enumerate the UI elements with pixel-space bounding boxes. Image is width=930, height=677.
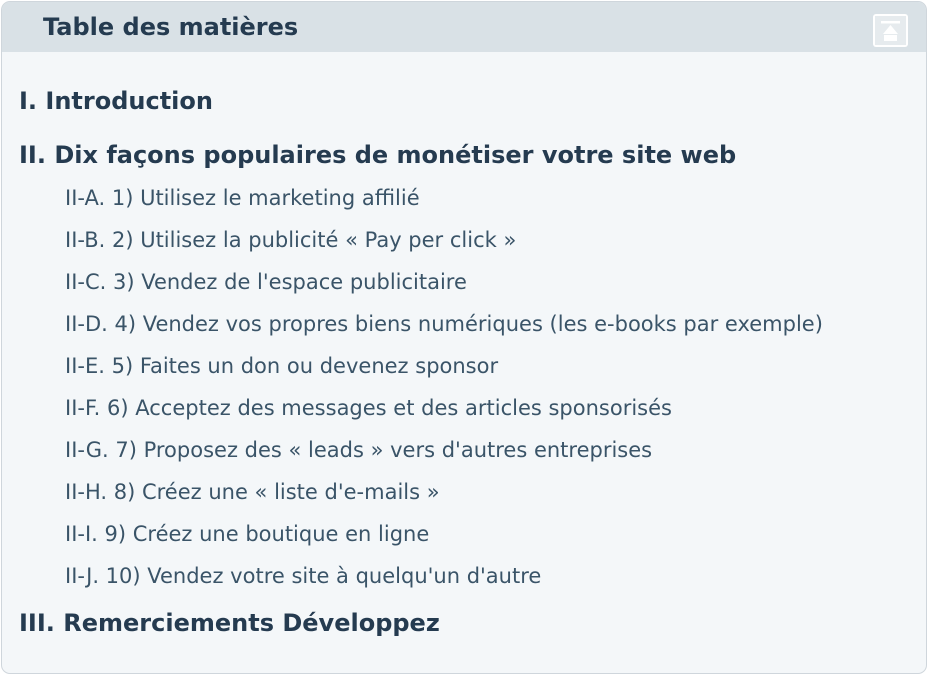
toc-subsection-ii-j[interactable]: II-J. 10) Vendez votre site à quelqu'un …	[65, 563, 541, 589]
collapse-toc-button[interactable]	[873, 14, 908, 47]
table-of-contents: Table des matières I. Introduction II. D…	[1, 1, 927, 674]
toc-subsection-ii-d[interactable]: II-D. 4) Vendez vos propres biens numéri…	[65, 311, 823, 337]
toc-subsection-ii-h[interactable]: II-H. 8) Créez une « liste d'e-mails »	[65, 479, 440, 505]
toc-title: Table des matières	[43, 13, 299, 41]
toc-subsection-ii-f[interactable]: II-F. 6) Acceptez des messages et des ar…	[65, 395, 672, 421]
toc-header: Table des matières	[2, 2, 926, 52]
toc-subsection-ii-c[interactable]: II-C. 3) Vendez de l'espace publicitaire	[65, 269, 467, 295]
toc-subsection-ii-g[interactable]: II-G. 7) Proposez des « leads » vers d'a…	[65, 437, 652, 463]
collapse-up-icon	[875, 16, 906, 45]
toc-subsection-ii-b[interactable]: II-B. 2) Utilisez la publicité « Pay per…	[65, 227, 516, 253]
toc-section-remerciements[interactable]: III. Remerciements Développez	[19, 608, 440, 638]
toc-section-intro[interactable]: I. Introduction	[19, 86, 213, 116]
toc-subsection-ii-i[interactable]: II-I. 9) Créez une boutique en ligne	[65, 521, 429, 547]
toc-section-monetiser[interactable]: II. Dix façons populaires de monétiser v…	[19, 140, 736, 170]
toc-subsection-ii-e[interactable]: II-E. 5) Faites un don ou devenez sponso…	[65, 353, 498, 379]
toc-subsection-ii-a[interactable]: II-A. 1) Utilisez le marketing affilié	[65, 185, 420, 211]
